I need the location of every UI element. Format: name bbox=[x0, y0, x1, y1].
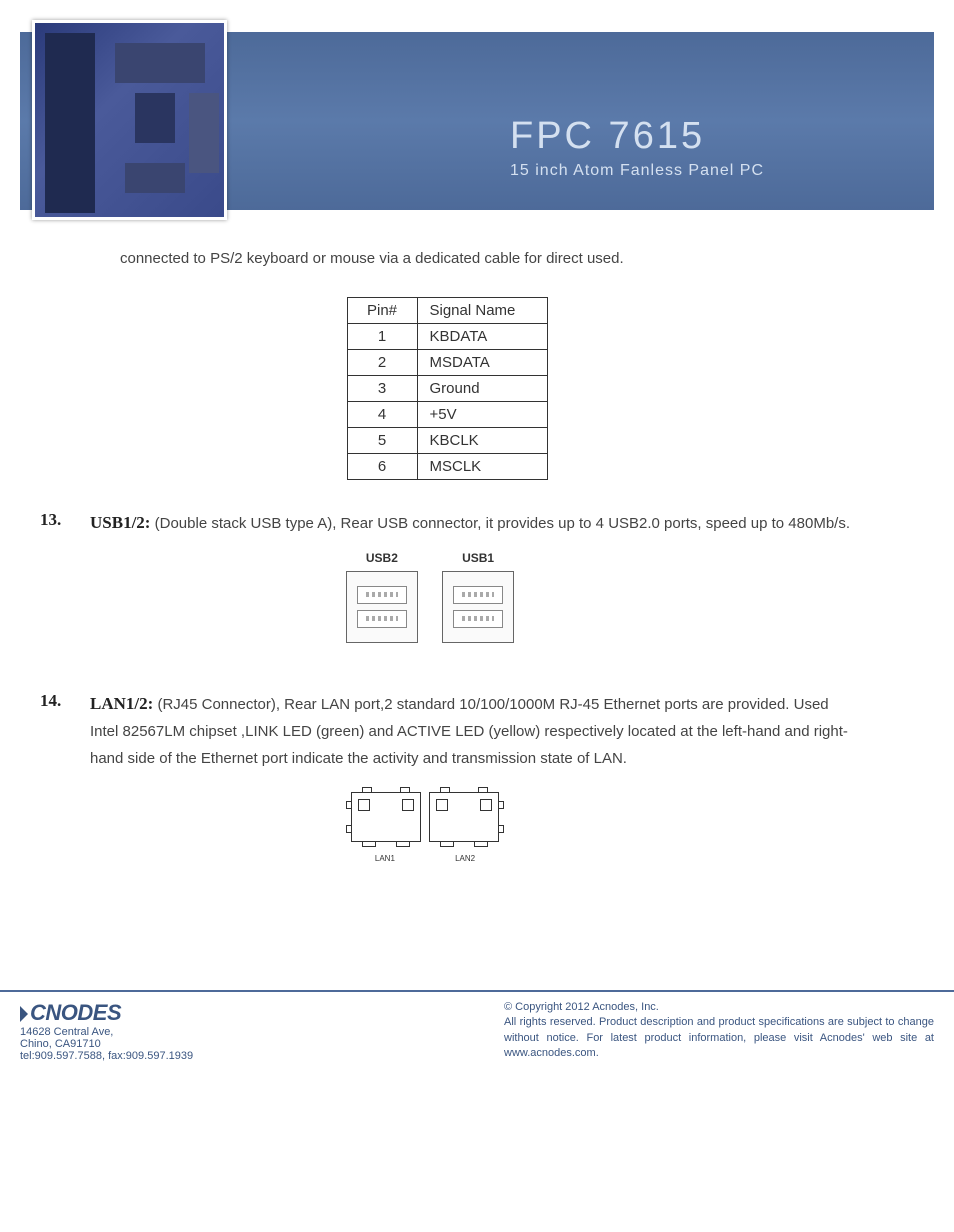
footer-copyright: © Copyright 2012 Acnodes, Inc. bbox=[504, 1000, 934, 1015]
footer-tel: tel:909.597.7588, fax:909.597.1939 bbox=[20, 1050, 193, 1062]
page-footer: CNODES 14628 Central Ave, Chino, CA91710… bbox=[0, 990, 954, 1092]
table-row: 6MSCLK bbox=[347, 454, 547, 480]
item-label: USB1/2: bbox=[90, 513, 150, 532]
table-row: 4+5V bbox=[347, 402, 547, 428]
item-13: 13. USB1/2: (Double stack USB type A), R… bbox=[40, 510, 854, 667]
model-number: FPC 7615 bbox=[510, 115, 764, 158]
page-header: FPC 7615 15 inch Atom Fanless Panel PC bbox=[20, 20, 934, 220]
lan-diagram: LAN1 LAN2 bbox=[280, 792, 570, 865]
table-row: 5KBCLK bbox=[347, 428, 547, 454]
usb1-label: USB1 bbox=[442, 551, 514, 565]
footer-notice: All rights reserved. Product description… bbox=[504, 1015, 934, 1061]
model-subtitle: 15 inch Atom Fanless Panel PC bbox=[510, 162, 764, 180]
item-label: LAN1/2: bbox=[90, 694, 153, 713]
footer-addr2: Chino, CA91710 bbox=[20, 1038, 193, 1050]
usb2-label: USB2 bbox=[346, 551, 418, 565]
item-text: (RJ45 Connector), Rear LAN port,2 standa… bbox=[90, 696, 848, 767]
lan2-label: LAN2 bbox=[427, 854, 503, 863]
th-pin: Pin# bbox=[347, 298, 417, 324]
footer-logo: CNODES bbox=[20, 1000, 193, 1026]
th-signal: Signal Name bbox=[417, 298, 547, 324]
usb-diagram: USB2 USB1 bbox=[290, 549, 570, 643]
item-number: 14. bbox=[40, 691, 90, 865]
table-row: 2MSDATA bbox=[347, 350, 547, 376]
footer-addr1: 14628 Central Ave, bbox=[20, 1026, 193, 1038]
pin-table: Pin# Signal Name 1KBDATA 2MSDATA 3Ground… bbox=[347, 297, 548, 480]
intro-text: connected to PS/2 keyboard or mouse via … bbox=[120, 250, 854, 267]
table-row: 1KBDATA bbox=[347, 324, 547, 350]
lan1-label: LAN1 bbox=[347, 854, 423, 863]
item-14: 14. LAN1/2: (RJ45 Connector), Rear LAN p… bbox=[40, 691, 854, 865]
product-image bbox=[32, 20, 227, 220]
item-number: 13. bbox=[40, 510, 90, 667]
table-row: 3Ground bbox=[347, 376, 547, 402]
item-text: (Double stack USB type A), Rear USB conn… bbox=[155, 515, 850, 532]
